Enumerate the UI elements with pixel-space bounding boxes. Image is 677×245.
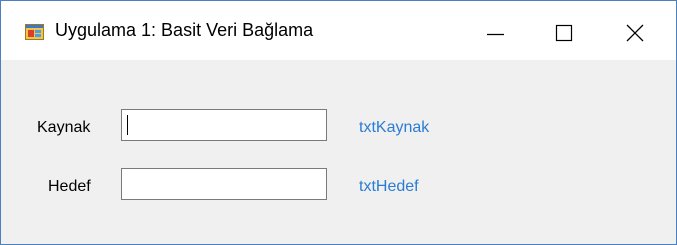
- hedef-control-name: txtHedef: [359, 178, 419, 195]
- kaynak-control-name: txtKaynak: [359, 119, 430, 136]
- title-bar[interactable]: Uygulama 1: Basit Veri Bağlama: [1, 1, 676, 60]
- close-button[interactable]: [612, 1, 658, 60]
- hedef-label: Hedef: [48, 178, 91, 195]
- window-title: Uygulama 1: Basit Veri Bağlama: [55, 20, 314, 40]
- maximize-icon: [555, 24, 573, 42]
- kaynak-label: Kaynak: [37, 119, 91, 136]
- winforms-app-icon[interactable]: [25, 24, 44, 40]
- minimize-button[interactable]: [474, 1, 520, 60]
- text-caret: [127, 115, 128, 135]
- kaynak-textbox[interactable]: [121, 109, 327, 141]
- close-icon: [626, 24, 644, 42]
- app-window: Uygulama 1: Basit Veri Bağlama Kaynak tx…: [0, 0, 677, 245]
- hedef-textbox[interactable]: [121, 168, 327, 200]
- maximize-button[interactable]: [542, 1, 588, 60]
